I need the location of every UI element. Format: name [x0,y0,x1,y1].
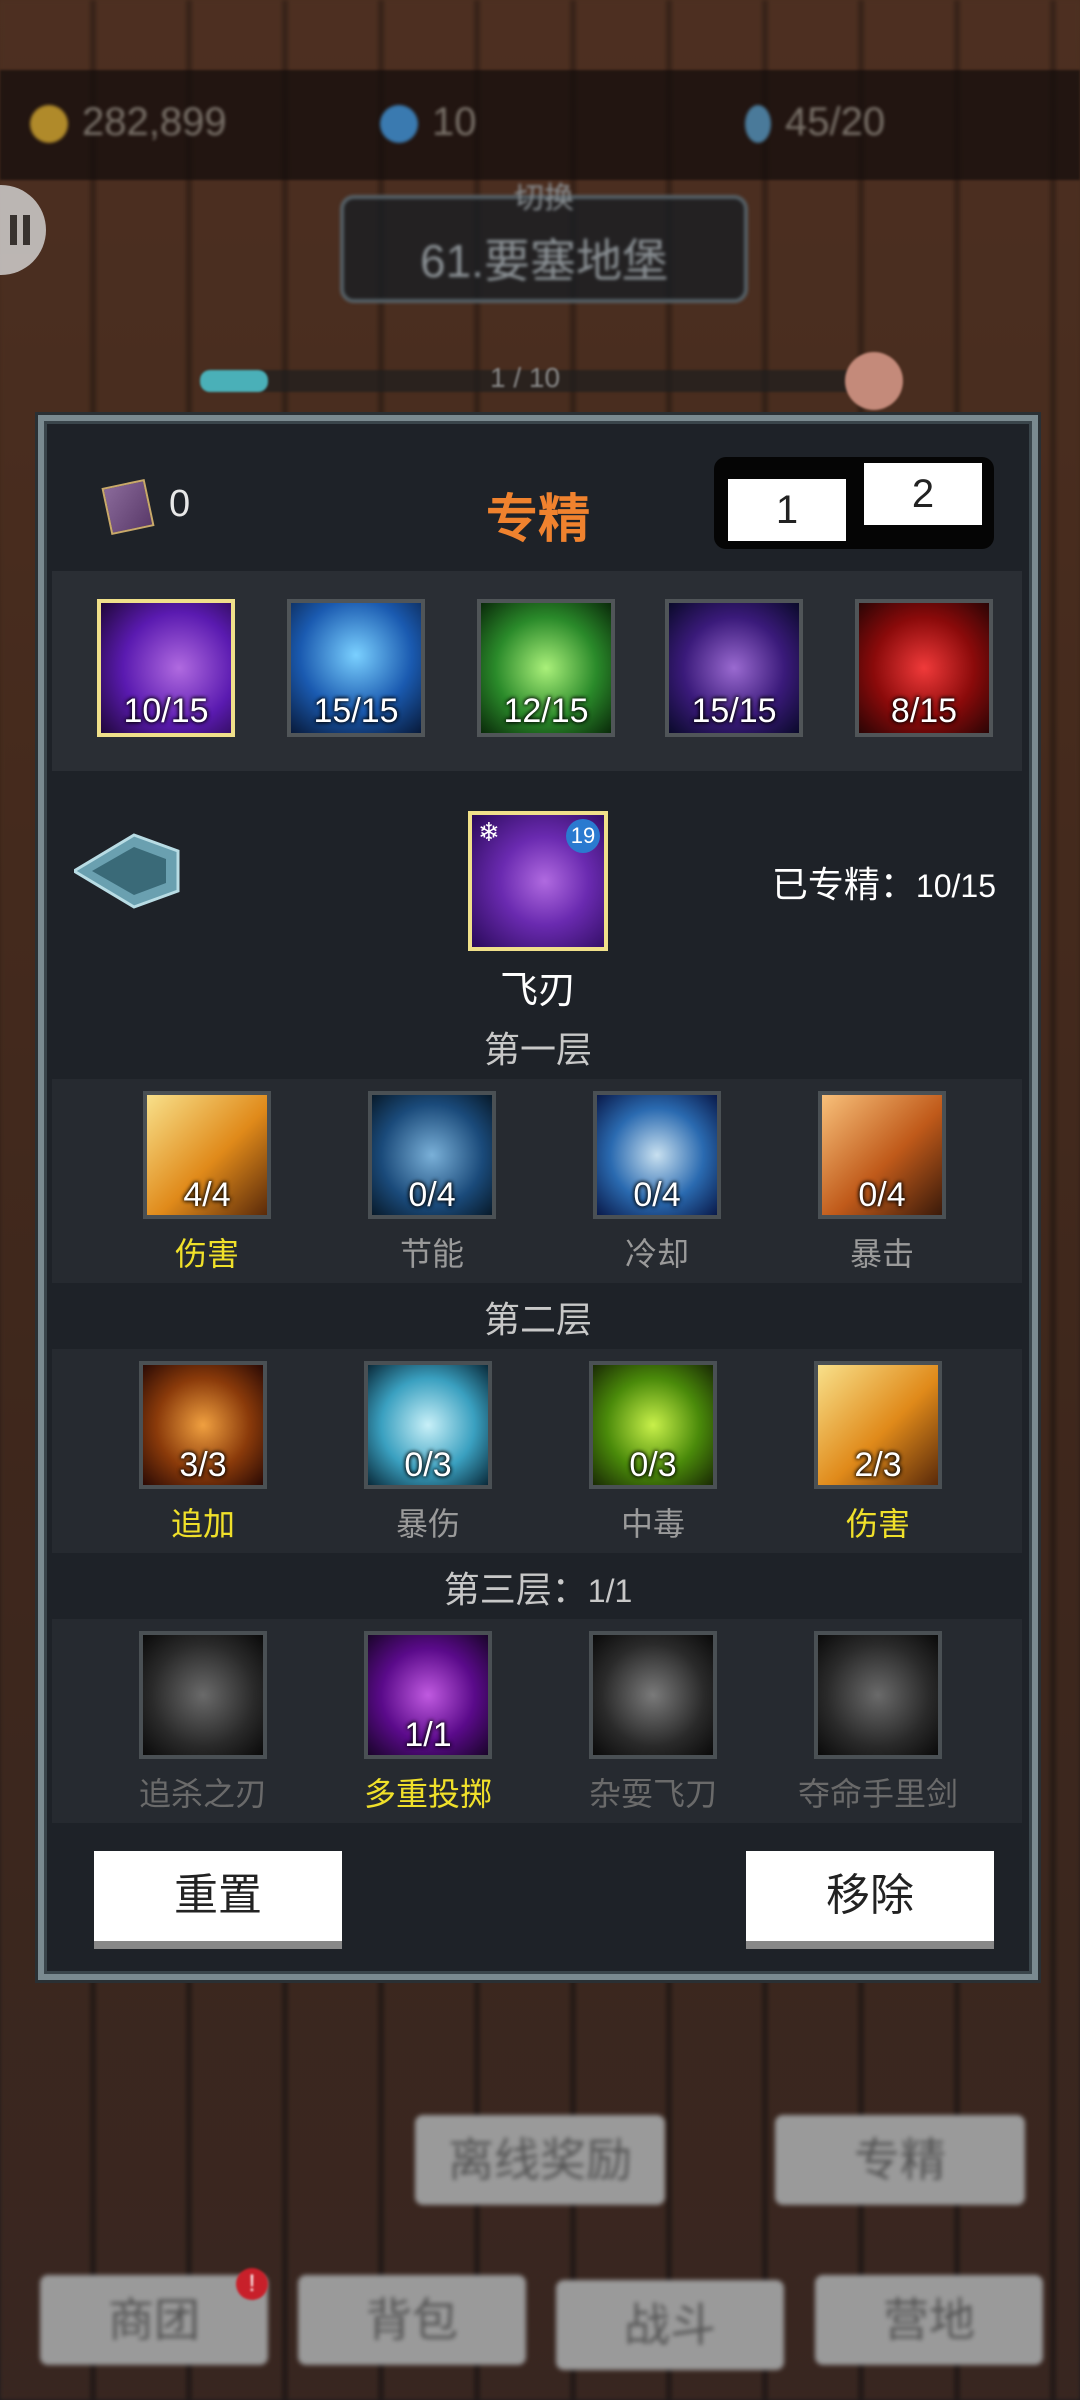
left-arrow-icon[interactable] [74,831,184,911]
reset-button[interactable]: 重置 [94,1851,342,1941]
current-skill-name: 飞刃 [499,970,576,1012]
talent-poison[interactable]: 0/3 [589,1361,717,1489]
layer1-title: 第一层 [483,1029,592,1070]
talent-extra[interactable]: 3/3 [139,1361,267,1489]
energy-icon [745,105,771,144]
tab-1[interactable]: 1 [728,479,846,541]
tab-2[interactable]: 2 [864,463,982,525]
talent-label: 追杀之刃 [138,1776,267,1812]
talent-chasing-blade[interactable] [139,1631,267,1759]
talent-deadly-shuriken[interactable] [814,1631,942,1759]
talent-label: 暴击 [849,1236,914,1272]
talent-juggling-knife[interactable] [589,1631,717,1759]
skill-shadow-figure[interactable]: 15/15 [665,599,803,737]
stage-progress-text: 1 / 10 [490,362,561,393]
talent-cooldown[interactable]: 0/4 [593,1091,721,1219]
talent-crit-damage[interactable]: 0/3 [364,1361,492,1489]
skill-red-target[interactable]: 8/15 [855,599,993,737]
talent-label: 追加 [170,1506,235,1542]
talent-label: 伤害 [845,1506,910,1542]
talent-crit[interactable]: 0/4 [818,1091,946,1219]
talent-label: 冷却 [624,1236,689,1272]
offline-reward-button[interactable]: 离线奖励 [415,2115,665,2205]
energy-resource: 45/20 [745,100,885,145]
talent-multi-throw[interactable]: 1/1 [364,1631,492,1759]
skill-level-badge: 19 [566,819,600,853]
gold-coin-icon [30,105,68,144]
layer3-title: 第三层：1/1 [443,1569,633,1610]
skill-blue-spirit[interactable]: 15/15 [287,599,425,737]
talent-damage-2[interactable]: 2/3 [814,1361,942,1489]
layer2-title: 第二层 [483,1299,592,1340]
page-tabs: 1 2 [714,457,994,549]
notification-badge: ! [236,2268,268,2300]
snowflake-icon: ❄ [478,817,500,847]
skill-green-bow[interactable]: 12/15 [477,599,615,737]
stage-switch-button[interactable]: 切换 61.要塞地堡 [340,182,748,303]
talent-label: 暴伤 [395,1506,460,1542]
gem-icon [380,105,418,144]
mastery-panel: 0 专精 1 2 10/15 15/15 12/15 15/15 8/15 ❄ … [38,415,1038,1980]
current-skill-icon: ❄ 19 [468,811,608,951]
talent-label: 伤害 [174,1236,239,1272]
gold-resource: 282,899 [30,100,227,145]
boss-icon [845,352,903,410]
mastered-progress: 已专精：10/15 [771,864,996,905]
talent-damage-1[interactable]: 4/4 [143,1091,271,1219]
talent-label: 夺命手里剑 [797,1776,958,1812]
talent-energy-save[interactable]: 0/4 [368,1091,496,1219]
gem-resource: 10 [380,100,477,145]
panel-header: 0 专精 1 2 [44,421,1032,571]
progress-fill [200,370,268,392]
talent-label: 节能 [399,1236,464,1272]
nav-battle[interactable]: 战斗 [556,2280,784,2370]
mastery-button[interactable]: 专精 [775,2115,1025,2205]
nav-backpack[interactable]: 背包 [298,2275,526,2365]
nav-camp[interactable]: 营地 [815,2275,1043,2365]
remove-button[interactable]: 移除 [746,1851,994,1941]
talent-label: 杂耍飞刀 [588,1776,717,1812]
talent-label: 多重投掷 [363,1776,492,1812]
nav-guild[interactable]: 商团 [40,2275,268,2365]
skill-row: 10/15 15/15 12/15 15/15 8/15 [52,571,1022,771]
skill-purple-blades[interactable]: 10/15 [97,599,235,737]
talent-label: 中毒 [620,1506,685,1542]
